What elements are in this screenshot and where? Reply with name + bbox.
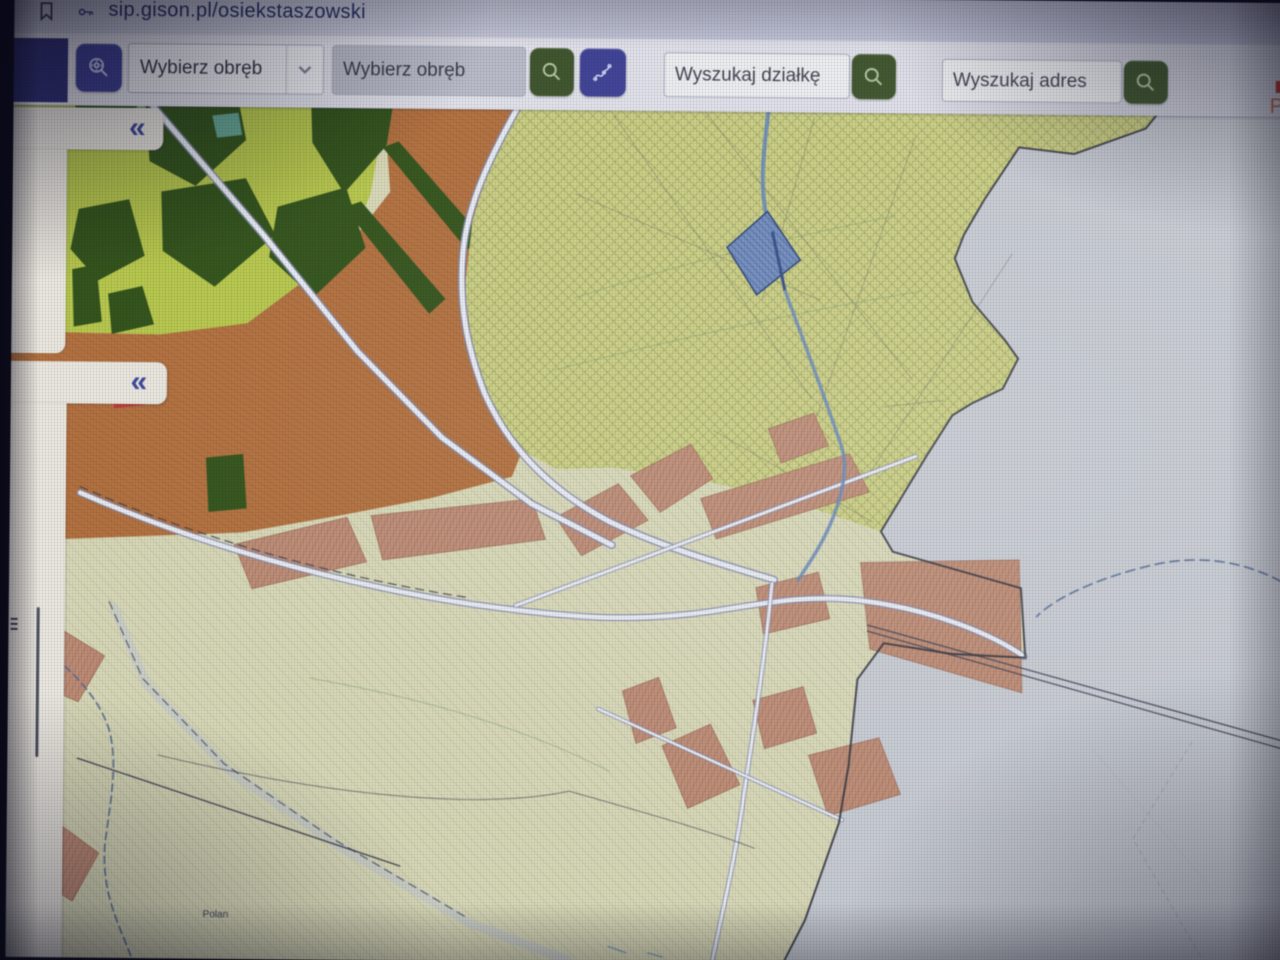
key-icon[interactable] [76, 2, 95, 21]
search-settings-icon [89, 57, 108, 77]
search-icon [864, 67, 883, 85]
search-icon [1136, 73, 1155, 91]
help-link-partial[interactable]: Po [1269, 95, 1280, 119]
logo-red-badge [1275, 80, 1280, 94]
browser-window: Polan sip.gison.pl/osiekstaszowski Wybie… [5, 0, 1280, 960]
map-canvas[interactable]: Polan [5, 0, 1280, 960]
obreb-select-value: Wybierz obręb [139, 57, 263, 80]
scale-tick-marks [10, 615, 18, 633]
parcel-search-button[interactable] [851, 53, 897, 100]
map-place-label: Polan [203, 909, 229, 920]
bookmark-icon[interactable] [34, 0, 58, 24]
draw-icon [593, 63, 612, 82]
left-panel-bottom: « [5, 360, 168, 958]
search-icon [542, 62, 561, 81]
left-panel-top-header: « [13, 106, 164, 151]
left-panel-bottom-header: « [10, 360, 168, 405]
obreb-search-input[interactable] [331, 44, 527, 97]
search-settings-button[interactable] [75, 43, 123, 92]
map-toolbar: Wybierz obręb Po [13, 32, 1280, 119]
obreb-search-button[interactable] [529, 47, 575, 97]
left-panel-bottom-body [5, 402, 67, 958]
obreb-select[interactable]: Wybierz obręb [127, 42, 325, 95]
parcel-search-input[interactable] [663, 52, 851, 99]
address-search-button[interactable] [1123, 60, 1169, 104]
address-search-input[interactable] [941, 58, 1123, 104]
collapse-panel-top-button[interactable]: « [117, 109, 157, 147]
left-panel-top: « [11, 106, 164, 354]
left-panel-top-body [11, 148, 68, 354]
url-text[interactable]: sip.gison.pl/osiekstaszowski [108, 0, 366, 24]
logo-square [13, 37, 69, 103]
draw-tool-button[interactable] [579, 48, 627, 97]
panel-scrollbar[interactable] [35, 607, 40, 758]
photo-frame: Polan sip.gison.pl/osiekstaszowski Wybie… [0, 0, 1280, 960]
collapse-panel-bottom-button[interactable]: « [119, 363, 159, 401]
chevron-down-icon[interactable] [285, 45, 324, 94]
